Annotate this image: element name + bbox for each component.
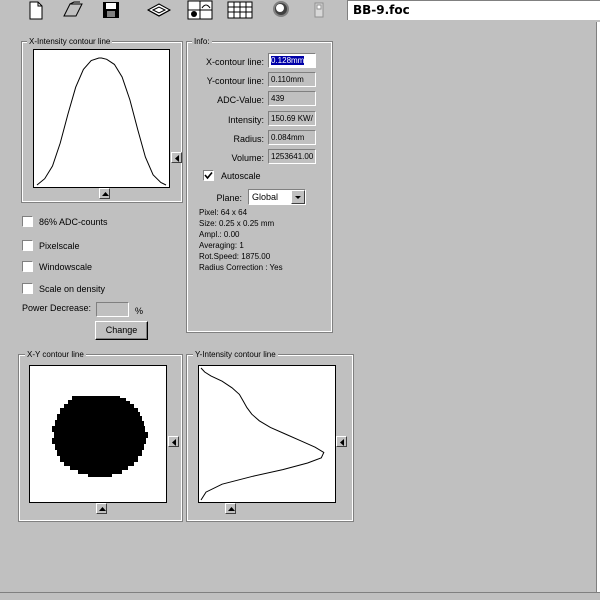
- scale-on-density-label: Scale on density: [39, 284, 106, 294]
- x-intensity-curve: [36, 57, 167, 186]
- split-view-button[interactable]: [187, 0, 213, 20]
- change-button[interactable]: Change: [95, 321, 148, 340]
- adc-value-field[interactable]: 439: [268, 91, 316, 106]
- volume-label: Volume:: [231, 153, 264, 163]
- x-contour-field[interactable]: 0.128mm: [268, 53, 316, 68]
- windowscale-checkbox[interactable]: [22, 261, 33, 272]
- radius-field[interactable]: 0.084mm: [268, 130, 316, 145]
- x-intensity-title: X-Intensity contour line: [27, 37, 113, 46]
- save-disk-icon: [103, 2, 119, 18]
- plane-label: Plane:: [216, 193, 242, 203]
- arrow-up-icon: [102, 192, 109, 196]
- xy-contour-title: X-Y contour line: [25, 350, 86, 359]
- filename-field[interactable]: BB-9.foc: [347, 0, 600, 20]
- info-ampl: Ampl.: 0.00: [199, 230, 240, 239]
- power-decrease-label: Power Decrease:: [22, 303, 92, 313]
- x-intensity-plot: [33, 49, 170, 188]
- adc-value-label: ADC-Value:: [217, 95, 264, 105]
- arrow-left-icon: [340, 439, 344, 446]
- beam-spot-image: [52, 396, 148, 477]
- x-contour-label: X-contour line:: [205, 57, 264, 67]
- info-pixel: Pixel: 64 x 64: [199, 208, 248, 217]
- radius-label: Radius:: [233, 134, 264, 144]
- status-bar: [0, 592, 600, 600]
- scale-on-density-checkbox[interactable]: [22, 283, 33, 294]
- circle-spot-icon: [273, 1, 289, 17]
- open-folder-icon: [63, 1, 83, 17]
- intensity-field[interactable]: 150.69 KW/: [268, 111, 316, 126]
- xy-panel-up-arrow[interactable]: [96, 503, 107, 514]
- y-contour-label: Y-contour line:: [206, 76, 264, 86]
- xy-contour-plot: [29, 365, 167, 503]
- arrow-up-icon: [228, 507, 235, 511]
- xy-panel-left-arrow[interactable]: [168, 436, 179, 447]
- new-document-icon: [29, 1, 43, 20]
- data-table-button[interactable]: [227, 0, 253, 20]
- power-decrease-input[interactable]: [96, 302, 129, 317]
- arrow-left-icon: [172, 439, 176, 446]
- adc-counts-label: 86% ADC-counts: [39, 217, 108, 227]
- plane-dropdown-button[interactable]: [291, 190, 305, 204]
- y-intensity-title: Y-Intensity contour line: [193, 350, 278, 359]
- windowscale-label: Windowscale: [39, 262, 93, 272]
- y-intensity-chart: [200, 367, 325, 501]
- y-panel-left-arrow[interactable]: [336, 436, 347, 447]
- y-contour-field[interactable]: 0.110mm: [268, 72, 316, 87]
- arrow-left-icon: [175, 155, 179, 162]
- pixelscale-checkbox[interactable]: [22, 240, 33, 251]
- device-icon: [314, 2, 324, 18]
- y-panel-up-arrow[interactable]: [225, 503, 236, 514]
- power-decrease-unit: %: [135, 306, 144, 316]
- autoscale-label: Autoscale: [221, 171, 261, 181]
- data-table-icon: [227, 1, 253, 19]
- open-folder-button[interactable]: [62, 0, 84, 20]
- chevron-down-icon: [295, 196, 301, 199]
- x-intensity-chart: [36, 57, 167, 186]
- volume-field[interactable]: 1253641.00: [268, 149, 316, 164]
- plane-select[interactable]: Global: [248, 189, 306, 205]
- x-panel-left-arrow[interactable]: [171, 152, 182, 163]
- 3d-view-icon: [146, 3, 172, 17]
- y-intensity-plot: [198, 365, 336, 503]
- toolbar: BB-9.foc: [0, 0, 600, 22]
- 3d-view-button[interactable]: [146, 0, 172, 20]
- info-title: Info:: [192, 37, 212, 46]
- window-edge: [596, 22, 600, 592]
- autoscale-checkbox[interactable]: [203, 170, 214, 181]
- y-intensity-curve: [200, 367, 325, 501]
- intensity-label: Intensity:: [227, 115, 264, 125]
- checkmark-icon: [204, 171, 213, 180]
- device-button[interactable]: [308, 0, 330, 20]
- info-rot-speed: Rot.Speed: 1875.00: [199, 252, 271, 261]
- save-button[interactable]: [100, 0, 122, 20]
- pixelscale-label: Pixelscale: [39, 241, 80, 251]
- circle-spot-button[interactable]: [270, 0, 292, 20]
- plane-value: Global: [252, 192, 279, 202]
- adc-counts-checkbox[interactable]: [22, 216, 33, 227]
- info-radius-correction: Radius Correction : Yes: [199, 263, 283, 272]
- info-size: Size: 0.25 x 0.25 mm: [199, 219, 275, 228]
- split-view-icon: [187, 0, 213, 20]
- info-averaging: Averaging: 1: [199, 241, 244, 250]
- x-panel-up-arrow[interactable]: [99, 188, 110, 199]
- new-document-button[interactable]: [24, 0, 46, 20]
- arrow-up-icon: [99, 507, 106, 511]
